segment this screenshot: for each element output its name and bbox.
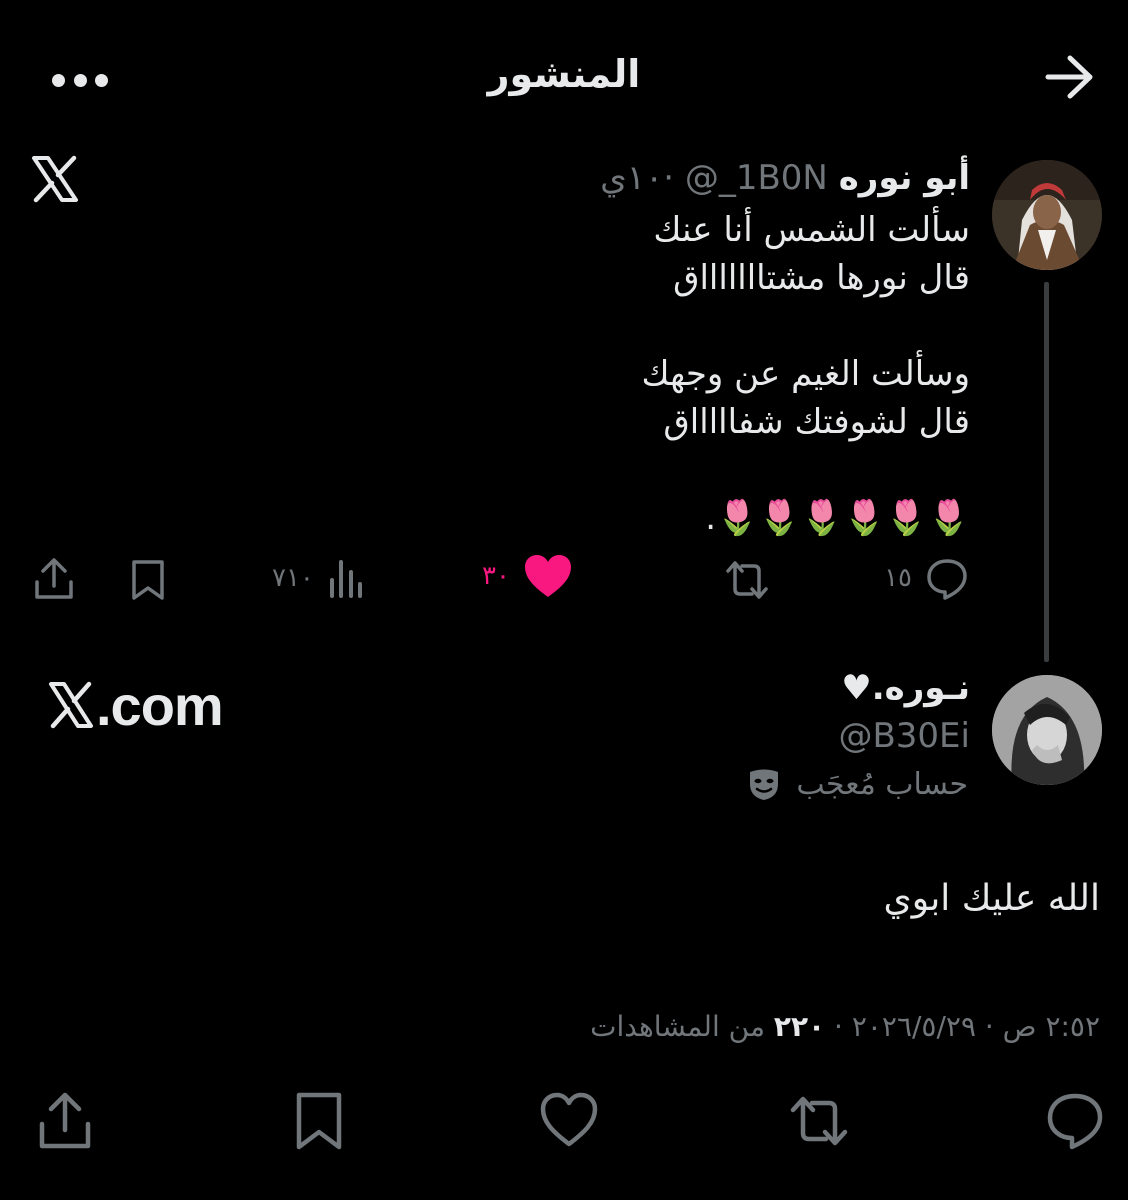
heart-icon[interactable] <box>538 1090 600 1152</box>
heart-filled-icon <box>524 555 571 597</box>
avatar[interactable] <box>992 675 1102 785</box>
bookmark-icon <box>132 560 164 600</box>
avatar-image <box>992 160 1102 270</box>
tweet-line <box>210 302 970 350</box>
back-arrow-icon[interactable] <box>1040 52 1098 102</box>
views-label: من المشاهدات <box>590 1010 774 1043</box>
badge-text: حساب مُعجَب <box>796 766 968 802</box>
quoted-tweet-header: أبو نوره 1B0N_@ ·١٠ي <box>600 158 970 198</box>
bookmark-button[interactable] <box>128 558 168 602</box>
views-button[interactable]: ٧١٠ <box>272 558 366 598</box>
x-logo-icon <box>49 681 93 729</box>
bookmark-icon[interactable] <box>288 1090 350 1152</box>
xcom-watermark: .com <box>48 670 224 740</box>
quoted-tweet-text: سألت الشمس أنا عنك قال نورها مشتاااااااق… <box>210 206 970 542</box>
author-handle[interactable]: @B30Ei <box>838 716 970 756</box>
page-title: المنشور <box>487 52 641 96</box>
views-count: ٢٢٠ <box>773 1010 826 1043</box>
like-count: ٣٠ <box>482 561 510 591</box>
tweet-line <box>210 446 970 494</box>
retweet-button[interactable] <box>722 557 772 603</box>
share-icon[interactable] <box>34 1090 96 1152</box>
tweet-timestamp[interactable]: ٢:٥٢ ص · ٢٠٢٦/٥/٢٩ · <box>825 1010 1100 1043</box>
share-button[interactable] <box>32 556 76 602</box>
retweet-icon <box>726 561 768 599</box>
theater-mask-icon <box>750 769 779 800</box>
tweet-line: قال نورها مشتاااااااق <box>673 258 970 298</box>
views-icon <box>329 560 362 598</box>
avatar-image <box>992 675 1102 785</box>
xcom-text: .com <box>96 673 224 737</box>
like-button[interactable]: ٣٠ <box>482 552 574 600</box>
reply-icon <box>927 559 967 600</box>
author-name[interactable]: نـوره.♥ <box>841 668 970 708</box>
tweet-line: سألت الشمس أنا عنك <box>653 210 970 250</box>
share-icon <box>35 558 73 599</box>
fan-account-badge: حساب مُعجَب <box>746 766 968 802</box>
retweet-icon[interactable] <box>788 1090 850 1152</box>
avatar[interactable] <box>992 160 1102 270</box>
tweet-line: وسألت الغيم عن وجهك <box>641 354 970 394</box>
tweet-line: قال لشوفتك شفاااااق <box>663 402 970 442</box>
thread-line <box>1044 282 1049 662</box>
reply-count: ١٥ <box>884 563 912 593</box>
tweet-line: 🌷🌷🌷🌷🌷🌷. <box>705 498 970 538</box>
x-logo-icon <box>32 155 78 203</box>
reply-button[interactable]: ١٥ <box>884 555 970 601</box>
reply-icon[interactable] <box>1044 1090 1106 1152</box>
author-name[interactable]: أبو نوره <box>839 158 970 198</box>
views-count: ٧١٠ <box>272 563 314 593</box>
handle-time[interactable]: 1B0N_@ ·١٠ي <box>600 158 828 198</box>
tweet-meta: ٢:٥٢ ص · ٢٠٢٦/٥/٢٩ · ٢٢٠ من المشاهدات <box>590 1010 1100 1043</box>
tweet-text: الله عليك ابوي <box>883 878 1100 919</box>
